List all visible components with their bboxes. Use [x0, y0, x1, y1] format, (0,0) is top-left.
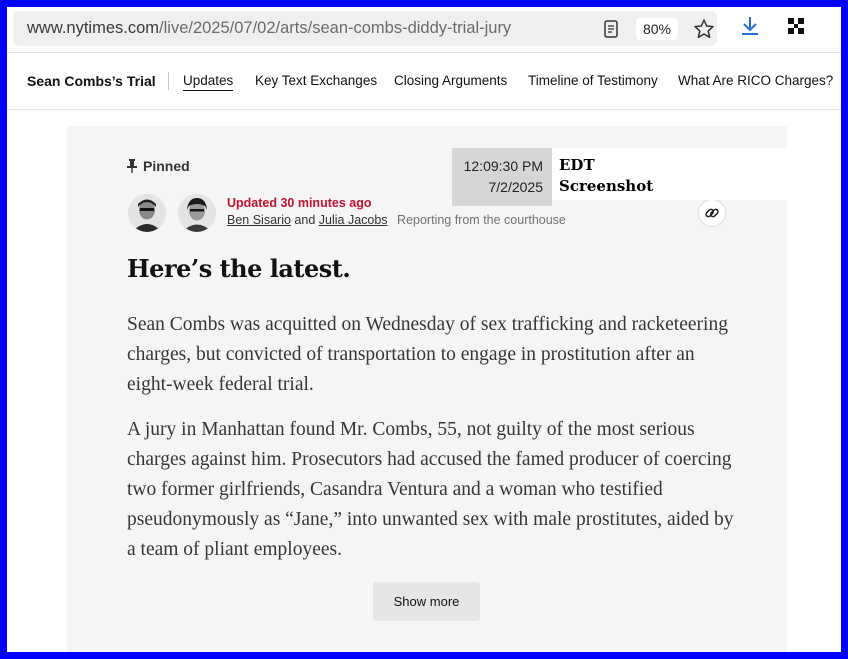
- author-photo-icon: [128, 194, 166, 232]
- nav-item-label: Timeline of Testimony: [528, 73, 658, 88]
- browser-window: www.nytimes.com/live/2025/07/02/arts/sea…: [7, 7, 841, 652]
- pin-icon: [127, 159, 137, 173]
- reporting-location: Reporting from the courthouse: [397, 213, 566, 227]
- byline-conjunction: and: [294, 213, 316, 227]
- avatar-julia-jacobs[interactable]: [178, 194, 216, 232]
- show-more-button[interactable]: Show more: [373, 582, 480, 621]
- download-icon[interactable]: [739, 15, 761, 37]
- pinned-label: Pinned: [127, 158, 190, 174]
- nav-item-label: What Are RICO Charges?: [678, 73, 834, 88]
- extensions-icon[interactable]: [787, 17, 805, 35]
- screenshot-time-stamp: 12:09:30 PM 7/2/2025: [452, 148, 552, 206]
- nav-item-label: Key Text Exchanges: [255, 73, 378, 88]
- browser-toolbar: www.nytimes.com/live/2025/07/02/arts/sea…: [7, 7, 841, 53]
- copy-link-button[interactable]: [698, 199, 726, 227]
- nav-title[interactable]: Sean Combs’s Trial: [27, 53, 156, 109]
- nav-item-timeline-of-testimony[interactable]: Timeline of Testimony: [528, 53, 658, 109]
- byline: Ben Sisario and Julia Jacobs Reporting f…: [227, 213, 566, 227]
- author-link-ben-sisario[interactable]: Ben Sisario: [227, 213, 291, 227]
- updated-timestamp: Updated 30 minutes ago: [227, 196, 372, 210]
- star-icon[interactable]: [693, 18, 715, 40]
- body-paragraph-1: Sean Combs was acquitted on Wednesday of…: [127, 314, 728, 395]
- url-text[interactable]: www.nytimes.com/live/2025/07/02/arts/sea…: [27, 11, 511, 46]
- nav-item-updates[interactable]: Updates: [183, 53, 234, 109]
- post-headline: Here’s the latest.: [127, 254, 351, 283]
- author-link-julia-jacobs[interactable]: Julia Jacobs: [319, 213, 388, 227]
- nav-divider: [168, 72, 169, 90]
- nav-item-key-text-exchanges[interactable]: Key Text Exchanges: [255, 53, 377, 109]
- stamp-time: 12:09:30 PM: [463, 158, 543, 174]
- nav-item-label: Closing Arguments: [394, 73, 508, 88]
- zoom-level-badge[interactable]: 80%: [636, 18, 678, 40]
- link-icon: [705, 208, 719, 218]
- live-update-card: Pinned Updated 30 minutes ago Ben Sisari: [67, 126, 787, 652]
- body-paragraph-2: A jury in Manhattan found Mr. Combs, 55,…: [127, 419, 734, 560]
- stamp-caption: Screenshot: [559, 177, 654, 195]
- address-bar[interactable]: www.nytimes.com/live/2025/07/02/arts/sea…: [13, 11, 717, 46]
- nav-item-closing-arguments[interactable]: Closing Arguments: [394, 53, 507, 109]
- url-path: /live/2025/07/02/arts/sean-combs-diddy-t…: [159, 19, 512, 37]
- nav-item-rico-charges[interactable]: What Are RICO Charges?: [678, 53, 833, 109]
- pinned-text: Pinned: [143, 158, 190, 174]
- article-nav: Sean Combs’s Trial Updates Key Text Exch…: [7, 53, 841, 110]
- screenshot-label: EDT Screenshot: [552, 148, 787, 200]
- avatar-ben-sisario[interactable]: [128, 194, 166, 232]
- reader-view-icon[interactable]: [601, 19, 621, 39]
- author-photo-icon: [178, 194, 216, 232]
- stamp-date: 7/2/2025: [488, 179, 544, 195]
- nav-item-label: Updates: [183, 73, 234, 91]
- stamp-timezone: EDT: [559, 156, 595, 174]
- url-host: www.nytimes.com: [27, 19, 160, 37]
